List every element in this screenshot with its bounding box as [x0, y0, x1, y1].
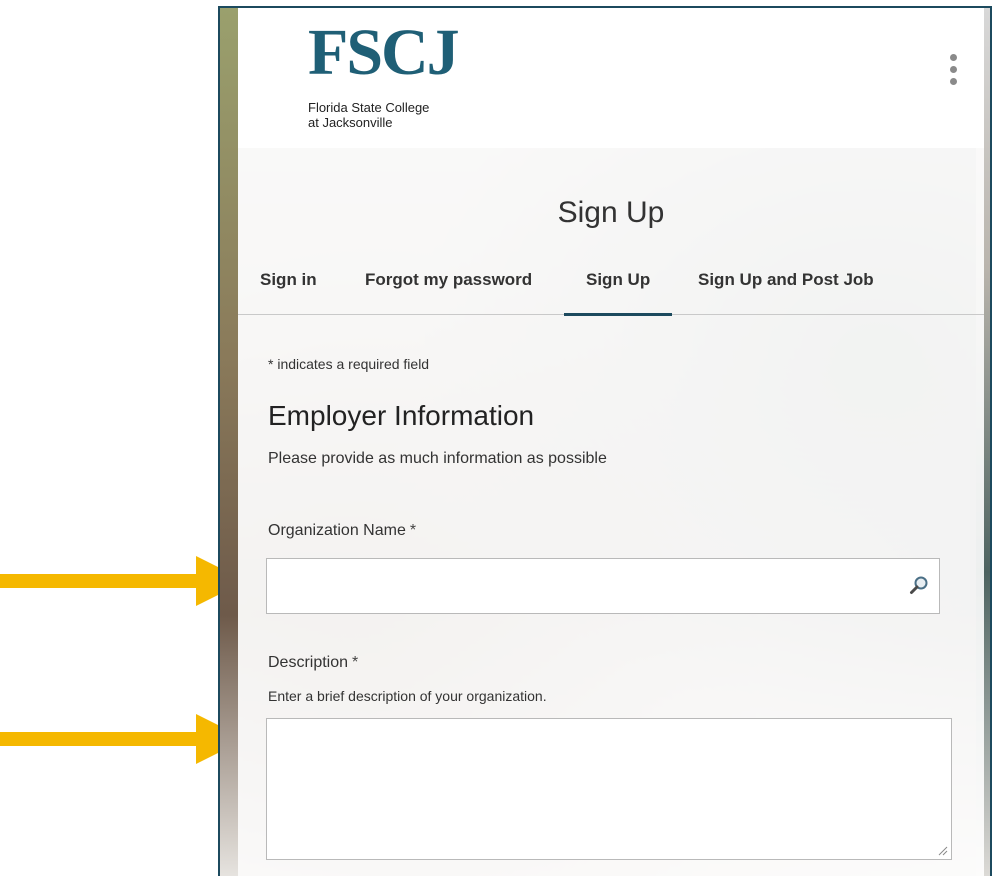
- auth-tabs: Sign in Forgot my password Sign Up Sign …: [238, 258, 984, 316]
- organization-name-label-text: Organization Name: [268, 522, 406, 539]
- tab-forgot-password[interactable]: Forgot my password: [365, 270, 532, 290]
- logo-mark: FSCJ: [308, 16, 460, 89]
- logo-line-1: Florida State College: [308, 100, 430, 115]
- organization-name-label: Organization Name *: [268, 522, 416, 540]
- logo-subtitle: Florida State College at Jacksonville: [308, 100, 468, 130]
- required-marker: *: [352, 654, 359, 671]
- search-icon[interactable]: [909, 575, 929, 595]
- annotation-arrow-description: [0, 714, 246, 764]
- resize-grip-icon[interactable]: [936, 844, 948, 856]
- required-marker: *: [409, 522, 417, 539]
- organization-name-input[interactable]: [266, 558, 940, 614]
- browser-frame: FSCJ Florida State College at Jacksonvil…: [218, 6, 992, 876]
- description-help-text: Enter a brief description of your organi…: [268, 688, 547, 704]
- fscj-logo[interactable]: FSCJ Florida State College at Jacksonvil…: [308, 18, 478, 148]
- tab-sign-up[interactable]: Sign Up: [563, 270, 673, 316]
- description-textarea[interactable]: [266, 718, 952, 860]
- annotation-arrow-organization: [0, 556, 246, 606]
- page-title: Sign Up: [557, 196, 665, 230]
- header: FSCJ Florida State College at Jacksonvil…: [238, 8, 984, 148]
- kebab-menu-icon[interactable]: [946, 54, 960, 94]
- background-photo-left: [220, 8, 238, 876]
- section-title: Employer Information: [268, 400, 535, 431]
- required-field-note: * indicates a required field: [268, 356, 430, 372]
- tab-sign-up-post-job[interactable]: Sign Up and Post Job: [698, 270, 874, 290]
- logo-line-2: at Jacksonville: [308, 115, 393, 130]
- description-label-text: Description: [268, 654, 349, 671]
- description-label: Description *: [268, 654, 358, 672]
- signup-panel: FSCJ Florida State College at Jacksonvil…: [238, 8, 984, 876]
- section-subtitle: Please provide as much information as po…: [268, 450, 607, 467]
- tab-sign-in[interactable]: Sign in: [260, 270, 317, 290]
- screenshot-stage: FSCJ Florida State College at Jacksonvil…: [0, 0, 994, 876]
